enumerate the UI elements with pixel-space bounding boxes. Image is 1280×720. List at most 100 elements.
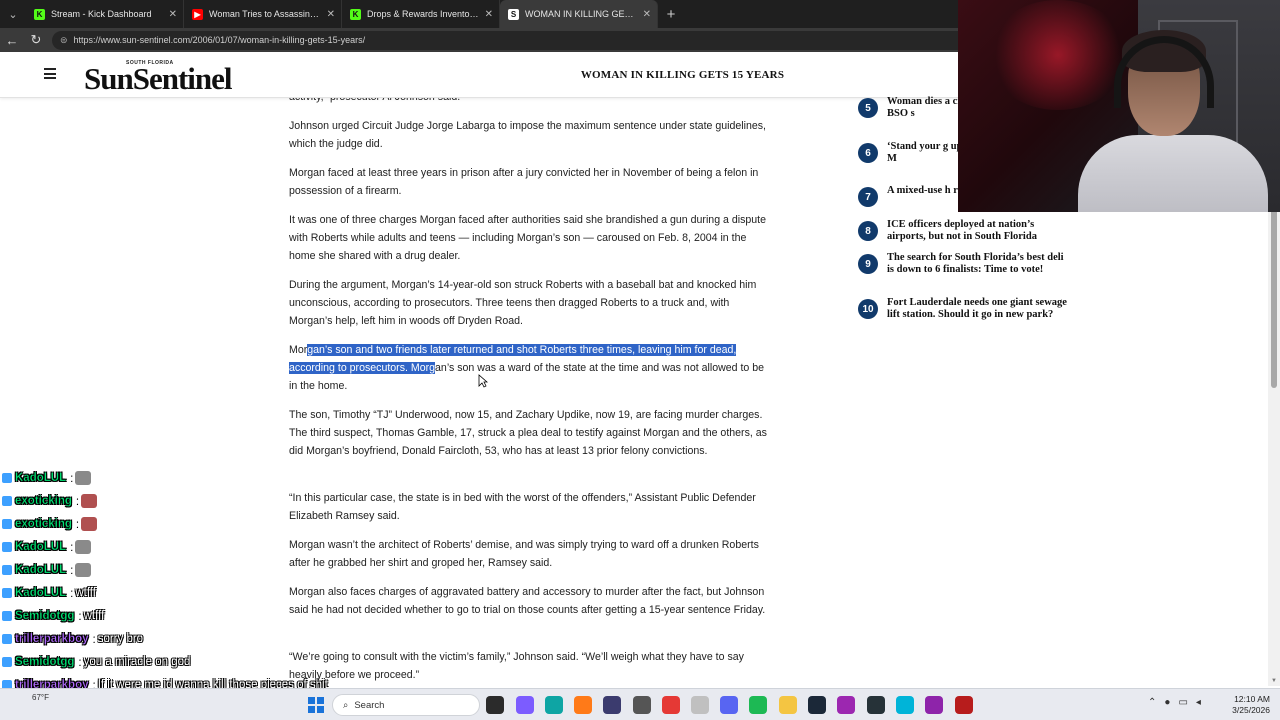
scroll-down-arrow-icon[interactable]: ▼	[1268, 676, 1280, 686]
search-label: Search	[354, 699, 385, 711]
volume-icon[interactable]: ◂	[1196, 697, 1201, 708]
windows-start-icon[interactable]	[308, 697, 324, 713]
chat-username[interactable]: exoticking	[15, 518, 72, 530]
chat-separator: :	[69, 472, 73, 484]
file-explorer-icon[interactable]	[779, 696, 797, 714]
chat-separator: :	[77, 610, 81, 622]
app-icon[interactable]	[925, 696, 943, 714]
site-info-icon[interactable]: ⊜	[60, 35, 68, 46]
article-paragraph-highlighted: Morgan’s son and two friends later retur…	[289, 341, 767, 395]
chat-username[interactable]: Semidotgg	[15, 656, 75, 668]
chat-message-text: sorry bro	[97, 633, 144, 645]
header-article-title: WOMAN IN KILLING GETS 15 YEARS	[580, 69, 785, 81]
article-paragraph: It was one of three charges Morgan faced…	[289, 214, 767, 262]
app-icon[interactable]	[955, 696, 973, 714]
tab-youtube-video[interactable]: ▶ Woman Tries to Assassinate Cop D ✕	[184, 0, 342, 28]
chat-username[interactable]: KadoLUL	[15, 472, 66, 484]
chat-emote-icon	[75, 471, 92, 485]
chat-message: KadoLUL: wtfff	[2, 583, 96, 603]
chat-separator: :	[74, 518, 79, 530]
spotify-icon[interactable]	[749, 696, 767, 714]
rank-badge: 6	[858, 143, 878, 163]
chat-emote-icon	[75, 540, 92, 554]
taskbar-clock[interactable]: 12:10 AM 3/25/2026	[1226, 694, 1270, 716]
back-arrow-icon[interactable]: ←	[0, 28, 24, 52]
chat-username[interactable]: KadoLUL	[15, 564, 66, 576]
task-view-icon[interactable]	[486, 696, 504, 714]
close-tab-icon[interactable]: ✕	[485, 9, 493, 20]
paragraph-text: Mor	[289, 344, 308, 356]
chat-username[interactable]: Semidotgg	[15, 610, 75, 622]
app-icon[interactable]	[691, 696, 709, 714]
chat-username[interactable]: KadoLUL	[15, 541, 66, 553]
tab-sun-sentinel-article[interactable]: S WOMAN IN KILLING GETS 15 YEA ✕	[500, 0, 658, 28]
steam-icon[interactable]	[808, 696, 826, 714]
app-icon[interactable]	[516, 696, 534, 714]
chat-separator: :	[77, 656, 81, 668]
chat-badge-icon	[2, 565, 12, 575]
chat-message: exoticking:	[2, 491, 98, 511]
chat-message-text: you a miracle on god	[83, 656, 191, 668]
most-read-link[interactable]: ICE officers deployed at nation’s airpor…	[887, 219, 1068, 242]
chat-separator: :	[69, 564, 73, 576]
chat-message: KadoLUL:	[2, 537, 92, 557]
most-read-item[interactable]: 9 The search for South Florida’s best de…	[858, 252, 1068, 275]
most-read-link[interactable]: The search for South Florida’s best deli…	[887, 252, 1068, 275]
sun-sentinel-logo[interactable]: SOUTH FLORIDA SunSentinel	[84, 58, 284, 96]
red-light-glow	[988, 0, 1128, 110]
most-read-item[interactable]: 8 ICE officers deployed at nation’s airp…	[858, 219, 1068, 242]
url-text: https://www.sun-sentinel.com/2006/01/07/…	[73, 35, 366, 45]
chat-badge-icon	[2, 496, 12, 506]
chat-username[interactable]: trillerparkboy	[15, 633, 89, 645]
firefox-icon[interactable]	[574, 696, 592, 714]
chat-badge-icon	[2, 634, 12, 644]
chat-badge-icon	[2, 657, 12, 667]
weather-widget[interactable]: 67°F	[32, 693, 49, 703]
discord-icon[interactable]	[720, 696, 738, 714]
chat-separator: :	[91, 633, 95, 645]
chevron-up-icon[interactable]: ⌃	[1148, 697, 1156, 708]
tab-list-chevron-icon[interactable]: ⌄	[0, 0, 26, 28]
chat-emote-icon	[81, 517, 98, 531]
chat-username[interactable]: exoticking	[15, 495, 72, 507]
chat-emote-icon	[75, 563, 92, 577]
close-tab-icon[interactable]: ✕	[327, 9, 335, 20]
taskbar-search-box[interactable]: ⌕ Search	[332, 694, 480, 716]
tab-kick-drops[interactable]: K Drops & Rewards Inventory - Kick ✕	[342, 0, 500, 28]
edge-browser-icon[interactable]	[545, 696, 563, 714]
mouse-cursor-icon	[478, 374, 488, 388]
microphone-icon[interactable]: ●	[1164, 697, 1170, 708]
chat-message: exoticking:	[2, 514, 98, 534]
tab-title: Stream - Kick Dashboard	[51, 9, 152, 19]
logo-name: SunSentinel	[84, 61, 233, 96]
chat-username[interactable]: KadoLUL	[15, 587, 66, 599]
tab-title: WOMAN IN KILLING GETS 15 YEA	[525, 9, 637, 19]
article-paragraph: Johnson urged Circuit Judge Jorge Labarg…	[289, 120, 766, 150]
chat-badge-icon	[2, 588, 12, 598]
close-tab-icon[interactable]: ✕	[643, 9, 651, 20]
network-icon[interactable]: ▭	[1178, 697, 1187, 708]
screen: ⌄ K Stream - Kick Dashboard ✕ ▶ Woman Tr…	[0, 0, 1280, 720]
kick-icon: K	[350, 8, 361, 20]
new-tab-plus-icon[interactable]: +	[658, 6, 684, 23]
app-icon[interactable]	[603, 696, 621, 714]
system-tray: ⌃ ● ▭ ◂	[1148, 697, 1201, 708]
streamer-hoodie	[1078, 135, 1268, 212]
youtube-icon: ▶	[192, 8, 203, 20]
app-icon[interactable]	[662, 696, 680, 714]
tab-title: Woman Tries to Assassinate Cop D	[209, 9, 321, 19]
rank-badge: 8	[858, 221, 878, 241]
most-read-link[interactable]: Fort Lauderdale needs one giant sewage l…	[887, 297, 1068, 320]
clock-time: 12:10 AM	[1234, 694, 1270, 704]
app-icon[interactable]	[837, 696, 855, 714]
rank-badge: 10	[858, 299, 878, 319]
reload-icon[interactable]: ↻	[24, 28, 48, 52]
obs-icon[interactable]	[633, 696, 651, 714]
close-tab-icon[interactable]: ✕	[169, 9, 177, 20]
menu-hamburger-icon[interactable]	[44, 68, 56, 79]
most-read-item[interactable]: 10 Fort Lauderdale needs one giant sewag…	[858, 297, 1068, 320]
app-icon[interactable]	[867, 696, 885, 714]
app-icon[interactable]	[896, 696, 914, 714]
chat-badge-icon	[2, 542, 12, 552]
tab-kick-dashboard[interactable]: K Stream - Kick Dashboard ✕	[26, 0, 184, 28]
